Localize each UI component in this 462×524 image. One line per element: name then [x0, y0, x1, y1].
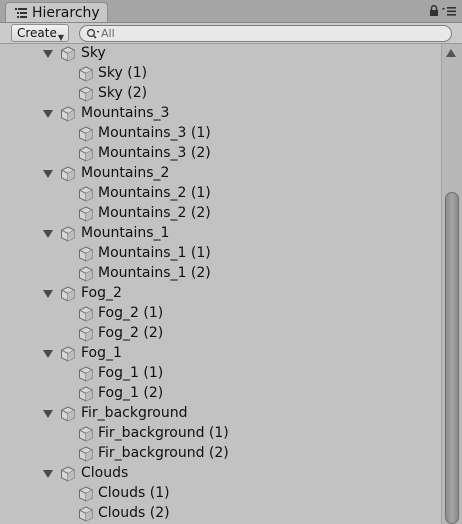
tree-item-label: Sky (1) — [98, 65, 148, 81]
gameobject-cube-icon — [78, 506, 94, 522]
gameobject-cube-icon — [60, 166, 76, 182]
gameobject-cube-icon — [78, 366, 94, 382]
tree-item-group[interactable]: Fir_background — [0, 404, 441, 424]
tree-item-label: Clouds (1) — [98, 485, 170, 501]
gameobject-cube-icon — [60, 346, 76, 362]
tree-item-child[interactable]: Mountains_3 (2) — [0, 144, 441, 164]
expand-arrow-icon[interactable] — [43, 110, 53, 118]
tree-item-label: Fog_1 (1) — [98, 365, 164, 381]
tree-item-child[interactable]: Clouds (1) — [0, 484, 441, 504]
gameobject-cube-icon — [78, 186, 94, 202]
scroll-up-arrow-icon[interactable] — [446, 49, 456, 57]
gameobject-cube-icon — [78, 486, 94, 502]
tree-item-label: Mountains_2 — [81, 165, 170, 181]
tab-strip: Hierarchy — [0, 0, 462, 23]
tree-item-label: Fog_1 (2) — [98, 385, 164, 401]
lock-icon[interactable] — [429, 5, 439, 16]
tree-item-label: Mountains_2 (2) — [98, 205, 211, 221]
tree-item-group[interactable]: Clouds — [0, 464, 441, 484]
tree-item-child[interactable]: Mountains_3 (1) — [0, 124, 441, 144]
expand-arrow-icon[interactable] — [43, 350, 53, 358]
expand-arrow-icon[interactable] — [43, 410, 53, 418]
gameobject-cube-icon — [78, 446, 94, 462]
gameobject-cube-icon — [78, 126, 94, 142]
expand-arrow-icon[interactable] — [43, 50, 53, 58]
tree-item-label: Mountains_1 (2) — [98, 265, 211, 281]
tree-item-child[interactable]: Mountains_2 (2) — [0, 204, 441, 224]
tree-item-child[interactable]: Fog_2 (1) — [0, 304, 441, 324]
tree-item-label: Sky (2) — [98, 85, 148, 101]
list-icon — [15, 8, 27, 18]
tree-item-group[interactable]: Mountains_1 — [0, 224, 441, 244]
vertical-scrollbar[interactable] — [441, 44, 462, 524]
tree-item-group[interactable]: Fog_1 — [0, 344, 441, 364]
tree-item-child[interactable]: Fir_background (2) — [0, 444, 441, 464]
gameobject-cube-icon — [78, 266, 94, 282]
tree-item-child[interactable]: Mountains_1 (1) — [0, 244, 441, 264]
hierarchy-tree: Sky Sky (1) Sky (2) Mountains_3 Mountains_3 … — [0, 44, 441, 524]
gameobject-cube-icon — [60, 286, 76, 302]
expand-arrow-icon[interactable] — [43, 290, 53, 298]
gameobject-cube-icon — [60, 226, 76, 242]
window-controls — [429, 5, 456, 16]
gameobject-cube-icon — [60, 106, 76, 122]
tree-item-label: Fog_2 (1) — [98, 305, 164, 321]
hierarchy-window: Hierarchy Create ▼ SkySky (1 — [0, 0, 462, 524]
expand-arrow-icon[interactable] — [43, 470, 53, 478]
tree-item-label: Mountains_1 (1) — [98, 245, 211, 261]
tree-item-child[interactable]: Sky (2) — [0, 84, 441, 104]
tree-item-label: Fog_1 — [81, 345, 122, 361]
gameobject-cube-icon — [78, 146, 94, 162]
tree-item-child[interactable]: Sky (1) — [0, 64, 441, 84]
gameobject-cube-icon — [78, 426, 94, 442]
gameobject-cube-icon — [78, 246, 94, 262]
tree-item-child[interactable]: Fog_1 (1) — [0, 364, 441, 384]
expand-arrow-icon[interactable] — [43, 230, 53, 238]
tree-item-label: Fir_background (2) — [98, 445, 229, 461]
search-icon[interactable] — [86, 28, 100, 40]
tree-item-group[interactable]: Sky — [0, 44, 441, 64]
tree-item-child[interactable]: Fog_2 (2) — [0, 324, 441, 344]
tab-title: Hierarchy — [32, 5, 100, 21]
gameobject-cube-icon — [78, 206, 94, 222]
tree-item-child[interactable]: Clouds (2) — [0, 504, 441, 524]
tree-item-child[interactable]: Fir_background (1) — [0, 424, 441, 444]
tree-item-label: Mountains_3 (2) — [98, 145, 211, 161]
gameobject-cube-icon — [78, 386, 94, 402]
create-label: Create — [17, 26, 57, 40]
tree-item-child[interactable]: Fog_1 (2) — [0, 384, 441, 404]
gameobject-cube-icon — [60, 466, 76, 482]
search-input[interactable] — [101, 26, 431, 41]
hierarchy-toolbar: Create ▼ — [0, 23, 462, 44]
tree-item-group[interactable]: Mountains_2 — [0, 164, 441, 184]
tree-item-label: Mountains_3 — [81, 105, 170, 121]
tree-item-label: Mountains_3 (1) — [98, 125, 211, 141]
gameobject-cube-icon — [78, 66, 94, 82]
tree-item-group[interactable]: Mountains_3 — [0, 104, 441, 124]
gameobject-cube-icon — [78, 326, 94, 342]
tree-item-label: Fir_background — [81, 405, 188, 421]
tree-item-child[interactable]: Mountains_1 (2) — [0, 264, 441, 284]
scrollbar-thumb[interactable] — [445, 192, 459, 524]
tree-item-group[interactable]: Fog_2 — [0, 284, 441, 304]
tree-item-label: Clouds (2) — [98, 505, 170, 521]
tree-item-label: Mountains_2 (1) — [98, 185, 211, 201]
tree-item-label: Clouds — [81, 465, 129, 481]
tab-hierarchy[interactable]: Hierarchy — [5, 2, 108, 22]
expand-arrow-icon[interactable] — [43, 170, 53, 178]
tree-item-child[interactable]: Mountains_2 (1) — [0, 184, 441, 204]
menu-icon[interactable] — [442, 6, 456, 16]
gameobject-cube-icon — [60, 406, 76, 422]
create-dropdown-button[interactable]: Create ▼ — [11, 24, 69, 42]
tree-item-label: Fog_2 — [81, 285, 122, 301]
tree-item-label: Fog_2 (2) — [98, 325, 164, 341]
gameobject-cube-icon — [78, 306, 94, 322]
tree-item-label: Sky — [81, 45, 106, 61]
tree-item-label: Mountains_1 — [81, 225, 170, 241]
gameobject-cube-icon — [78, 86, 94, 102]
gameobject-cube-icon — [60, 46, 76, 62]
tree-item-label: Fir_background (1) — [98, 425, 229, 441]
search-field[interactable] — [79, 25, 452, 42]
